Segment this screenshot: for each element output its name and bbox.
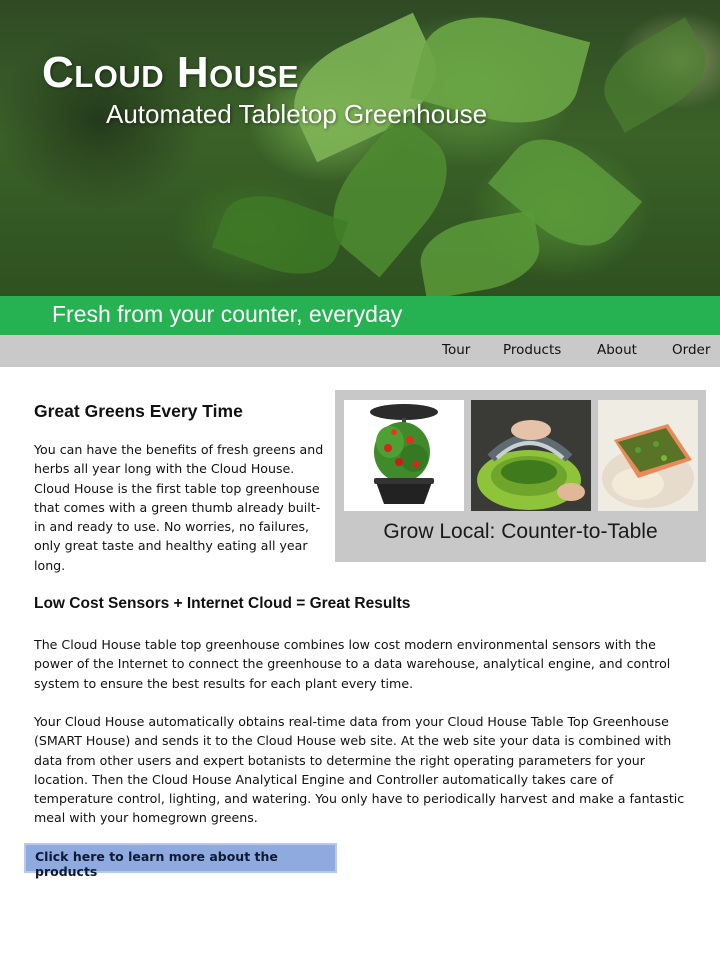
nav-item-products[interactable]: Products (503, 342, 561, 358)
leaf-shape (414, 210, 546, 296)
section-heading-sensors: Low Cost Sensors + Internet Cloud = Grea… (34, 595, 411, 612)
tagline-text: Fresh from your counter, everyday (52, 301, 403, 327)
intro-paragraph: You can have the benefits of fresh green… (34, 442, 324, 573)
sensors-paragraph: The Cloud House table top greenhouse com… (34, 637, 671, 691)
section-heading-great-greens: Great Greens Every Time (34, 401, 243, 421)
tomato-planter-photo (344, 400, 464, 511)
hero-banner-image: Cloud House Automated Tabletop Greenhous… (0, 0, 720, 296)
tagline-banner: Fresh from your counter, everyday (0, 296, 720, 335)
product-gallery: Grow Local: Counter-to-Table (335, 390, 706, 562)
nav-item-tour[interactable]: Tour (442, 342, 470, 358)
site-subtitle: Automated Tabletop Greenhouse (106, 99, 488, 129)
leaf-shape (211, 181, 349, 289)
learn-more-button[interactable]: Click here to learn more about the produ… (24, 843, 337, 879)
top-nav: Tour Products About Order (0, 335, 720, 367)
cloud-paragraph: Your Cloud House automatically obtains r… (34, 714, 685, 826)
gallery-caption: Grow Local: Counter-to-Table (383, 520, 658, 543)
nav-item-order[interactable]: Order (672, 342, 710, 358)
salmon-dish-photo (598, 400, 698, 511)
herb-chopping-photo (471, 400, 591, 511)
leaf-shape (589, 17, 720, 133)
nav-item-about[interactable]: About (597, 342, 637, 358)
site-title: Cloud House (42, 48, 299, 97)
